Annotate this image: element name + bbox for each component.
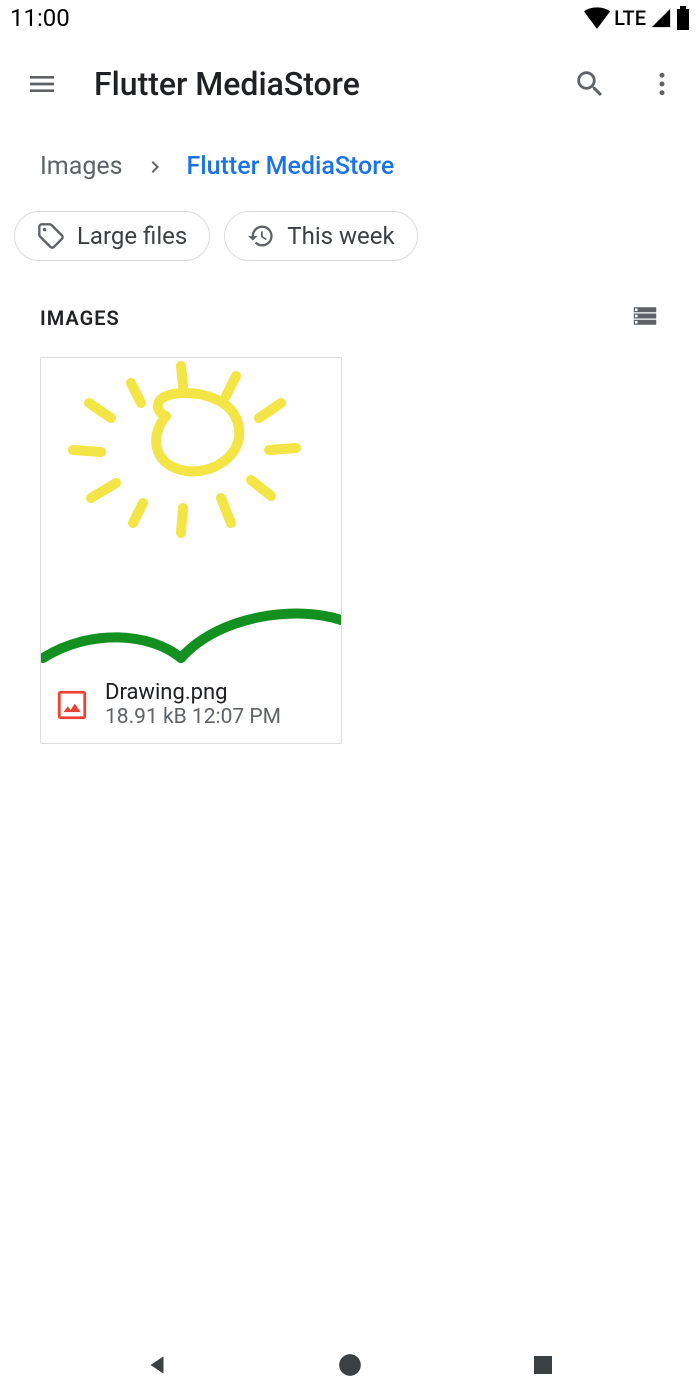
- app-bar: Flutter MediaStore: [0, 36, 700, 132]
- section-title: IMAGES: [40, 306, 120, 330]
- breadcrumb: Images Flutter MediaStore: [0, 132, 700, 201]
- system-nav-bar: [0, 1330, 700, 1400]
- wifi-icon: [584, 7, 610, 29]
- filter-chip-large-files[interactable]: Large files: [14, 211, 210, 261]
- nav-recent-icon: [531, 1353, 555, 1377]
- battery-icon: [676, 6, 690, 30]
- nav-back-button[interactable]: [141, 1349, 173, 1381]
- file-time: 12:07 PM: [192, 705, 281, 729]
- nav-recent-button[interactable]: [527, 1349, 559, 1381]
- file-thumbnail: [41, 358, 341, 666]
- chevron-right-icon: [143, 155, 167, 179]
- more-options-button[interactable]: [638, 60, 686, 108]
- filter-chips: Large files This week: [0, 201, 700, 285]
- page-title: Flutter MediaStore: [94, 65, 566, 103]
- status-time: 11:00: [10, 4, 70, 32]
- file-card[interactable]: Drawing.png 18.91 kB 12:07 PM: [40, 357, 342, 744]
- file-meta: 18.91 kB 12:07 PM: [105, 705, 281, 729]
- nav-home-button[interactable]: [334, 1349, 366, 1381]
- search-icon: [573, 67, 607, 101]
- search-button[interactable]: [566, 60, 614, 108]
- filter-chip-this-week[interactable]: This week: [224, 211, 417, 261]
- file-info: Drawing.png 18.91 kB 12:07 PM: [41, 666, 341, 743]
- network-label: LTE: [614, 6, 646, 30]
- nav-home-icon: [337, 1352, 363, 1378]
- image-file-icon: [55, 688, 89, 722]
- list-view-button[interactable]: [630, 301, 660, 335]
- list-view-icon: [630, 301, 660, 331]
- status-indicators: LTE: [584, 6, 690, 30]
- file-grid: Drawing.png 18.91 kB 12:07 PM: [0, 357, 700, 744]
- nav-back-icon: [144, 1352, 170, 1378]
- more-vert-icon: [647, 69, 677, 99]
- chip-label: Large files: [77, 222, 187, 250]
- file-name: Drawing.png: [105, 680, 281, 705]
- file-size: 18.91 kB: [105, 705, 187, 729]
- breadcrumb-root[interactable]: Images: [40, 152, 123, 181]
- history-icon: [247, 222, 275, 250]
- section-header: IMAGES: [0, 285, 700, 357]
- menu-icon: [26, 68, 58, 100]
- tag-icon: [37, 222, 65, 250]
- hamburger-menu-button[interactable]: [14, 56, 70, 112]
- signal-icon: [650, 7, 672, 29]
- breadcrumb-current[interactable]: Flutter MediaStore: [187, 152, 395, 181]
- chip-label: This week: [287, 222, 394, 250]
- status-bar: 11:00 LTE: [0, 0, 700, 36]
